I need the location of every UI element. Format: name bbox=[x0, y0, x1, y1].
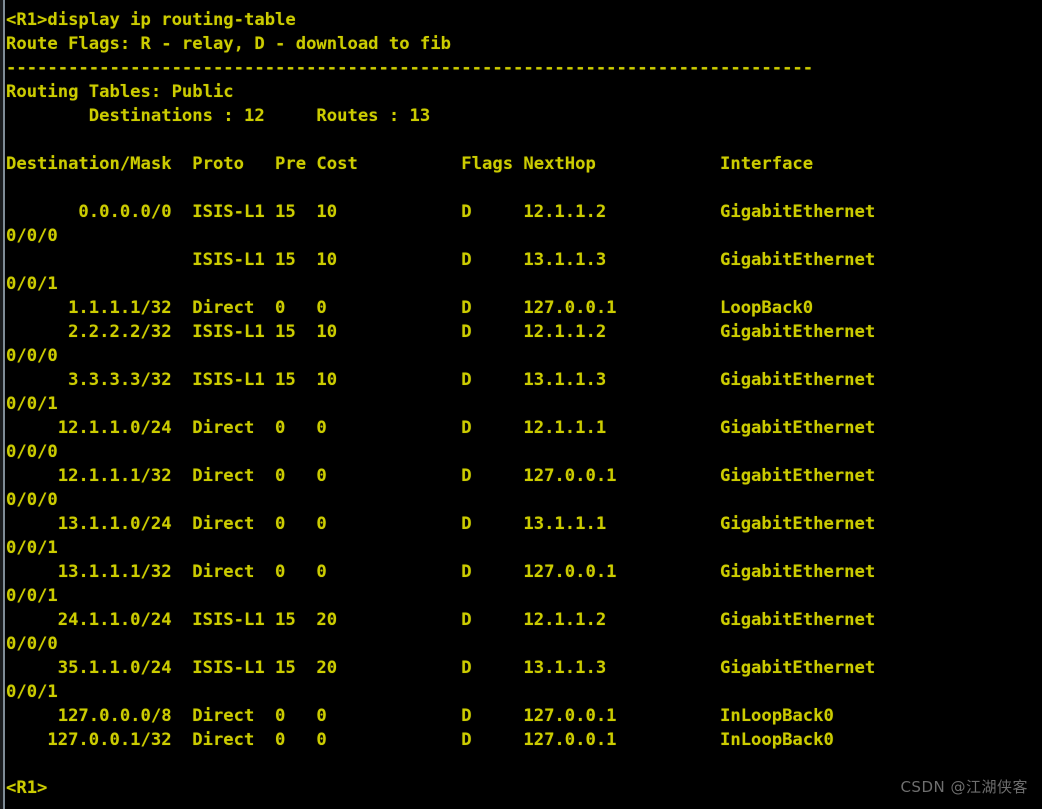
console-output-area[interactable]: <R1>display ip routing-table Route Flags… bbox=[6, 8, 1042, 809]
terminal-window: <R1>display ip routing-table Route Flags… bbox=[0, 0, 1042, 809]
csdn-watermark: CSDN @江湖侠客 bbox=[900, 778, 1028, 796]
routing-table-output: <R1>display ip routing-table Route Flags… bbox=[6, 10, 876, 798]
